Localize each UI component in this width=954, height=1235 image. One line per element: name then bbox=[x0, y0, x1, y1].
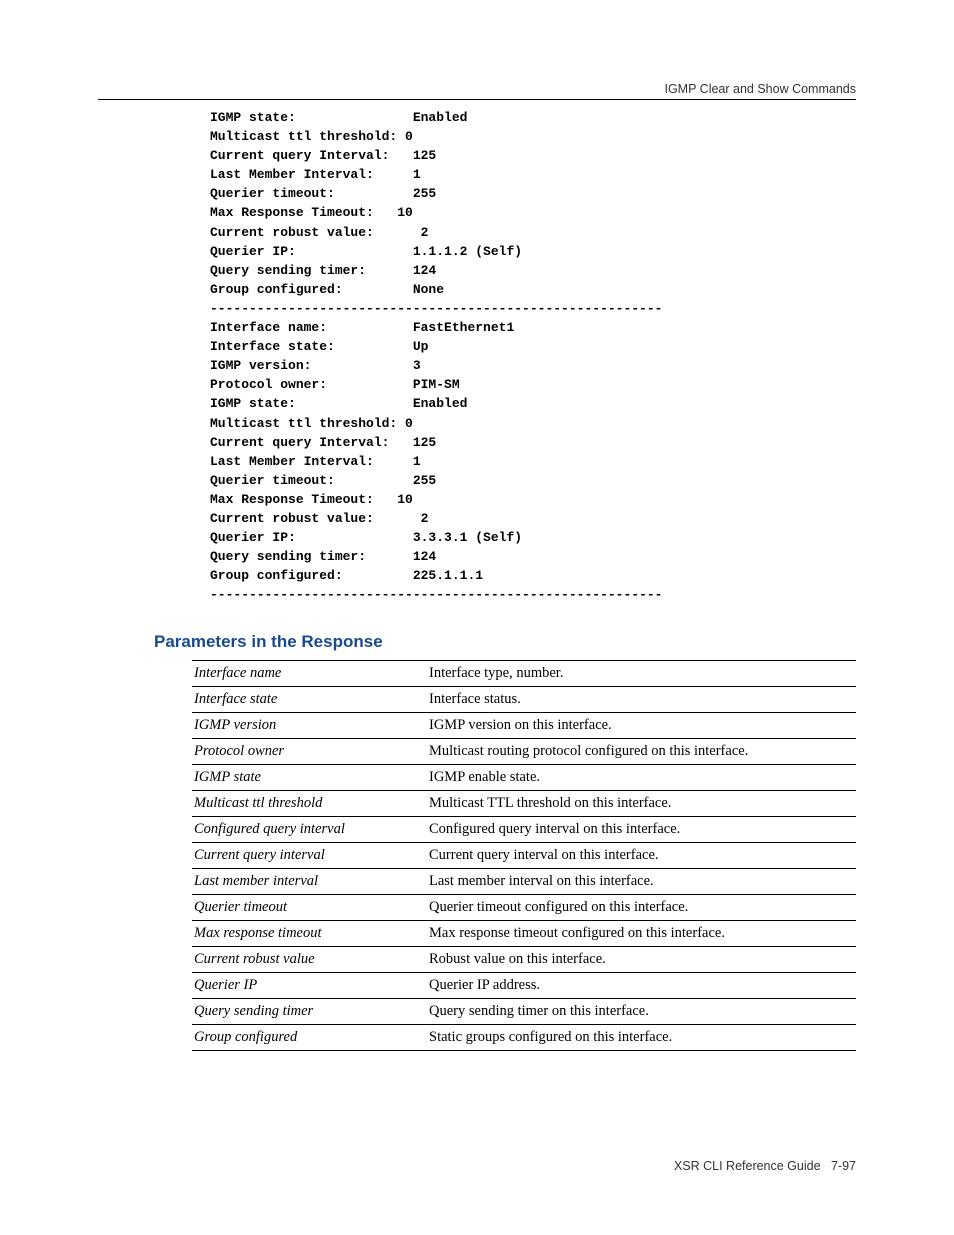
page: IGMP Clear and Show Commands IGMP state:… bbox=[0, 0, 954, 1235]
param-name: Query sending timer bbox=[192, 999, 427, 1025]
footer-page: 7-97 bbox=[831, 1159, 856, 1173]
param-name: Current robust value bbox=[192, 947, 427, 973]
param-description: Robust value on this interface. bbox=[427, 947, 856, 973]
table-row: Multicast ttl thresholdMulticast TTL thr… bbox=[192, 791, 856, 817]
table-row: Interface stateInterface status. bbox=[192, 687, 856, 713]
param-name: Interface name bbox=[192, 661, 427, 687]
param-name: Protocol owner bbox=[192, 739, 427, 765]
param-description: Configured query interval on this interf… bbox=[427, 817, 856, 843]
param-name: Querier timeout bbox=[192, 895, 427, 921]
param-description: IGMP enable state. bbox=[427, 765, 856, 791]
param-description: Current query interval on this interface… bbox=[427, 843, 856, 869]
param-description: Max response timeout configured on this … bbox=[427, 921, 856, 947]
table-row: Group configuredStatic groups configured… bbox=[192, 1025, 856, 1051]
param-name: Querier IP bbox=[192, 973, 427, 999]
page-footer: XSR CLI Reference Guide 7-97 bbox=[98, 1159, 856, 1173]
param-description: Multicast routing protocol configured on… bbox=[427, 739, 856, 765]
table-row: Querier timeoutQuerier timeout configure… bbox=[192, 895, 856, 921]
param-name: IGMP state bbox=[192, 765, 427, 791]
section-heading: Parameters in the Response bbox=[98, 632, 856, 652]
param-name: Max response timeout bbox=[192, 921, 427, 947]
param-description: Interface status. bbox=[427, 687, 856, 713]
param-description: IGMP version on this interface. bbox=[427, 713, 856, 739]
table-row: IGMP versionIGMP version on this interfa… bbox=[192, 713, 856, 739]
param-description: Static groups configured on this interfa… bbox=[427, 1025, 856, 1051]
table-row: Protocol ownerMulticast routing protocol… bbox=[192, 739, 856, 765]
table-row: Current robust valueRobust value on this… bbox=[192, 947, 856, 973]
cli-output: IGMP state: Enabled Multicast ttl thresh… bbox=[98, 108, 856, 604]
param-name: Multicast ttl threshold bbox=[192, 791, 427, 817]
param-name: Interface state bbox=[192, 687, 427, 713]
table-row: Interface nameInterface type, number. bbox=[192, 661, 856, 687]
table-row: Configured query intervalConfigured quer… bbox=[192, 817, 856, 843]
param-name: Current query interval bbox=[192, 843, 427, 869]
table-row: Current query intervalCurrent query inte… bbox=[192, 843, 856, 869]
footer-guide: XSR CLI Reference Guide bbox=[674, 1159, 821, 1173]
running-header: IGMP Clear and Show Commands bbox=[98, 82, 856, 96]
param-description: Query sending timer on this interface. bbox=[427, 999, 856, 1025]
param-name: IGMP version bbox=[192, 713, 427, 739]
parameters-table: Interface nameInterface type, number.Int… bbox=[192, 660, 856, 1051]
content-area: IGMP state: Enabled Multicast ttl thresh… bbox=[98, 78, 856, 1051]
param-name: Group configured bbox=[192, 1025, 427, 1051]
table-row: IGMP stateIGMP enable state. bbox=[192, 765, 856, 791]
table-row: Max response timeoutMax response timeout… bbox=[192, 921, 856, 947]
param-description: Last member interval on this interface. bbox=[427, 869, 856, 895]
param-name: Last member interval bbox=[192, 869, 427, 895]
param-description: Interface type, number. bbox=[427, 661, 856, 687]
param-description: Multicast TTL threshold on this interfac… bbox=[427, 791, 856, 817]
param-name: Configured query interval bbox=[192, 817, 427, 843]
table-row: Querier IPQuerier IP address. bbox=[192, 973, 856, 999]
table-row: Last member intervalLast member interval… bbox=[192, 869, 856, 895]
param-description: Querier IP address. bbox=[427, 973, 856, 999]
table-row: Query sending timerQuery sending timer o… bbox=[192, 999, 856, 1025]
header-section-text: IGMP Clear and Show Commands bbox=[664, 82, 856, 96]
header-rule bbox=[98, 99, 856, 100]
param-description: Querier timeout configured on this inter… bbox=[427, 895, 856, 921]
